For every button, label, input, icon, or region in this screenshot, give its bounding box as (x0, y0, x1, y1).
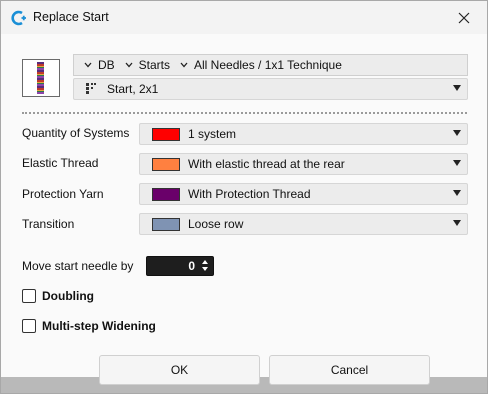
dropdown-arrow-icon (453, 130, 461, 136)
start-type-icon (86, 83, 96, 94)
quantity-of-systems-dropdown[interactable]: 1 system (139, 123, 468, 145)
dropdown-arrow-icon (453, 190, 461, 196)
breadcrumb-item-db[interactable]: DB (84, 58, 115, 72)
breadcrumb-item-starts[interactable]: Starts (125, 58, 170, 72)
breadcrumb-label: All Needles / 1x1 Technique (194, 58, 342, 72)
replace-start-dialog: Replace Start DB Starts All Needles / 1x… (0, 0, 488, 394)
quantity-of-systems-label: Quantity of Systems (22, 126, 130, 140)
elastic-thread-value: With elastic thread at the rear (188, 157, 345, 171)
elastic-thread-dropdown[interactable]: With elastic thread at the rear (139, 153, 468, 175)
color-swatch (152, 158, 180, 171)
color-swatch (152, 188, 180, 201)
move-start-needle-label: Move start needle by (22, 259, 134, 273)
start-preview-thumbnail (22, 59, 60, 97)
protection-yarn-label: Protection Yarn (22, 187, 104, 201)
color-swatch (152, 218, 180, 231)
color-swatch (152, 128, 180, 141)
breadcrumb-item-technique[interactable]: All Needles / 1x1 Technique (180, 58, 342, 72)
chevron-down-icon (84, 62, 92, 68)
start-dropdown[interactable]: Start, 2x1 (73, 78, 468, 100)
transition-value: Loose row (188, 217, 244, 231)
checkbox-box[interactable] (22, 319, 36, 333)
protection-yarn-value: With Protection Thread (188, 187, 311, 201)
doubling-checkbox[interactable]: Doubling (22, 289, 94, 303)
breadcrumb-label: DB (98, 58, 115, 72)
dropdown-arrow-icon (453, 85, 461, 91)
close-button[interactable] (441, 1, 487, 34)
chevron-down-icon (125, 62, 133, 68)
increment-arrow-icon[interactable] (202, 260, 208, 264)
transition-dropdown[interactable]: Loose row (139, 213, 468, 235)
ok-button[interactable]: OK (99, 355, 260, 385)
breadcrumb: DB Starts All Needles / 1x1 Technique (73, 54, 468, 76)
checkbox-box[interactable] (22, 289, 36, 303)
start-pattern-preview (37, 62, 44, 94)
quantity-of-systems-value: 1 system (188, 127, 237, 141)
multi-step-widening-label: Multi-step Widening (42, 319, 156, 333)
multi-step-widening-checkbox[interactable]: Multi-step Widening (22, 319, 156, 333)
move-start-needle-stepper[interactable]: 0 (146, 256, 214, 276)
dropdown-arrow-icon (453, 220, 461, 226)
decrement-arrow-icon[interactable] (202, 267, 208, 271)
start-dropdown-value: Start, 2x1 (107, 82, 159, 96)
window-title: Replace Start (33, 10, 109, 24)
dropdown-arrow-icon (453, 160, 461, 166)
chevron-down-icon (180, 62, 188, 68)
elastic-thread-label: Elastic Thread (22, 156, 99, 170)
cancel-button[interactable]: Cancel (269, 355, 430, 385)
divider (22, 112, 467, 114)
app-logo-icon (11, 10, 26, 26)
doubling-label: Doubling (42, 289, 94, 303)
move-start-needle-value: 0 (188, 259, 195, 273)
protection-yarn-dropdown[interactable]: With Protection Thread (139, 183, 468, 205)
transition-label: Transition (22, 217, 75, 231)
breadcrumb-label: Starts (138, 58, 171, 72)
title-bar: Replace Start (1, 1, 487, 34)
close-icon (458, 12, 470, 23)
